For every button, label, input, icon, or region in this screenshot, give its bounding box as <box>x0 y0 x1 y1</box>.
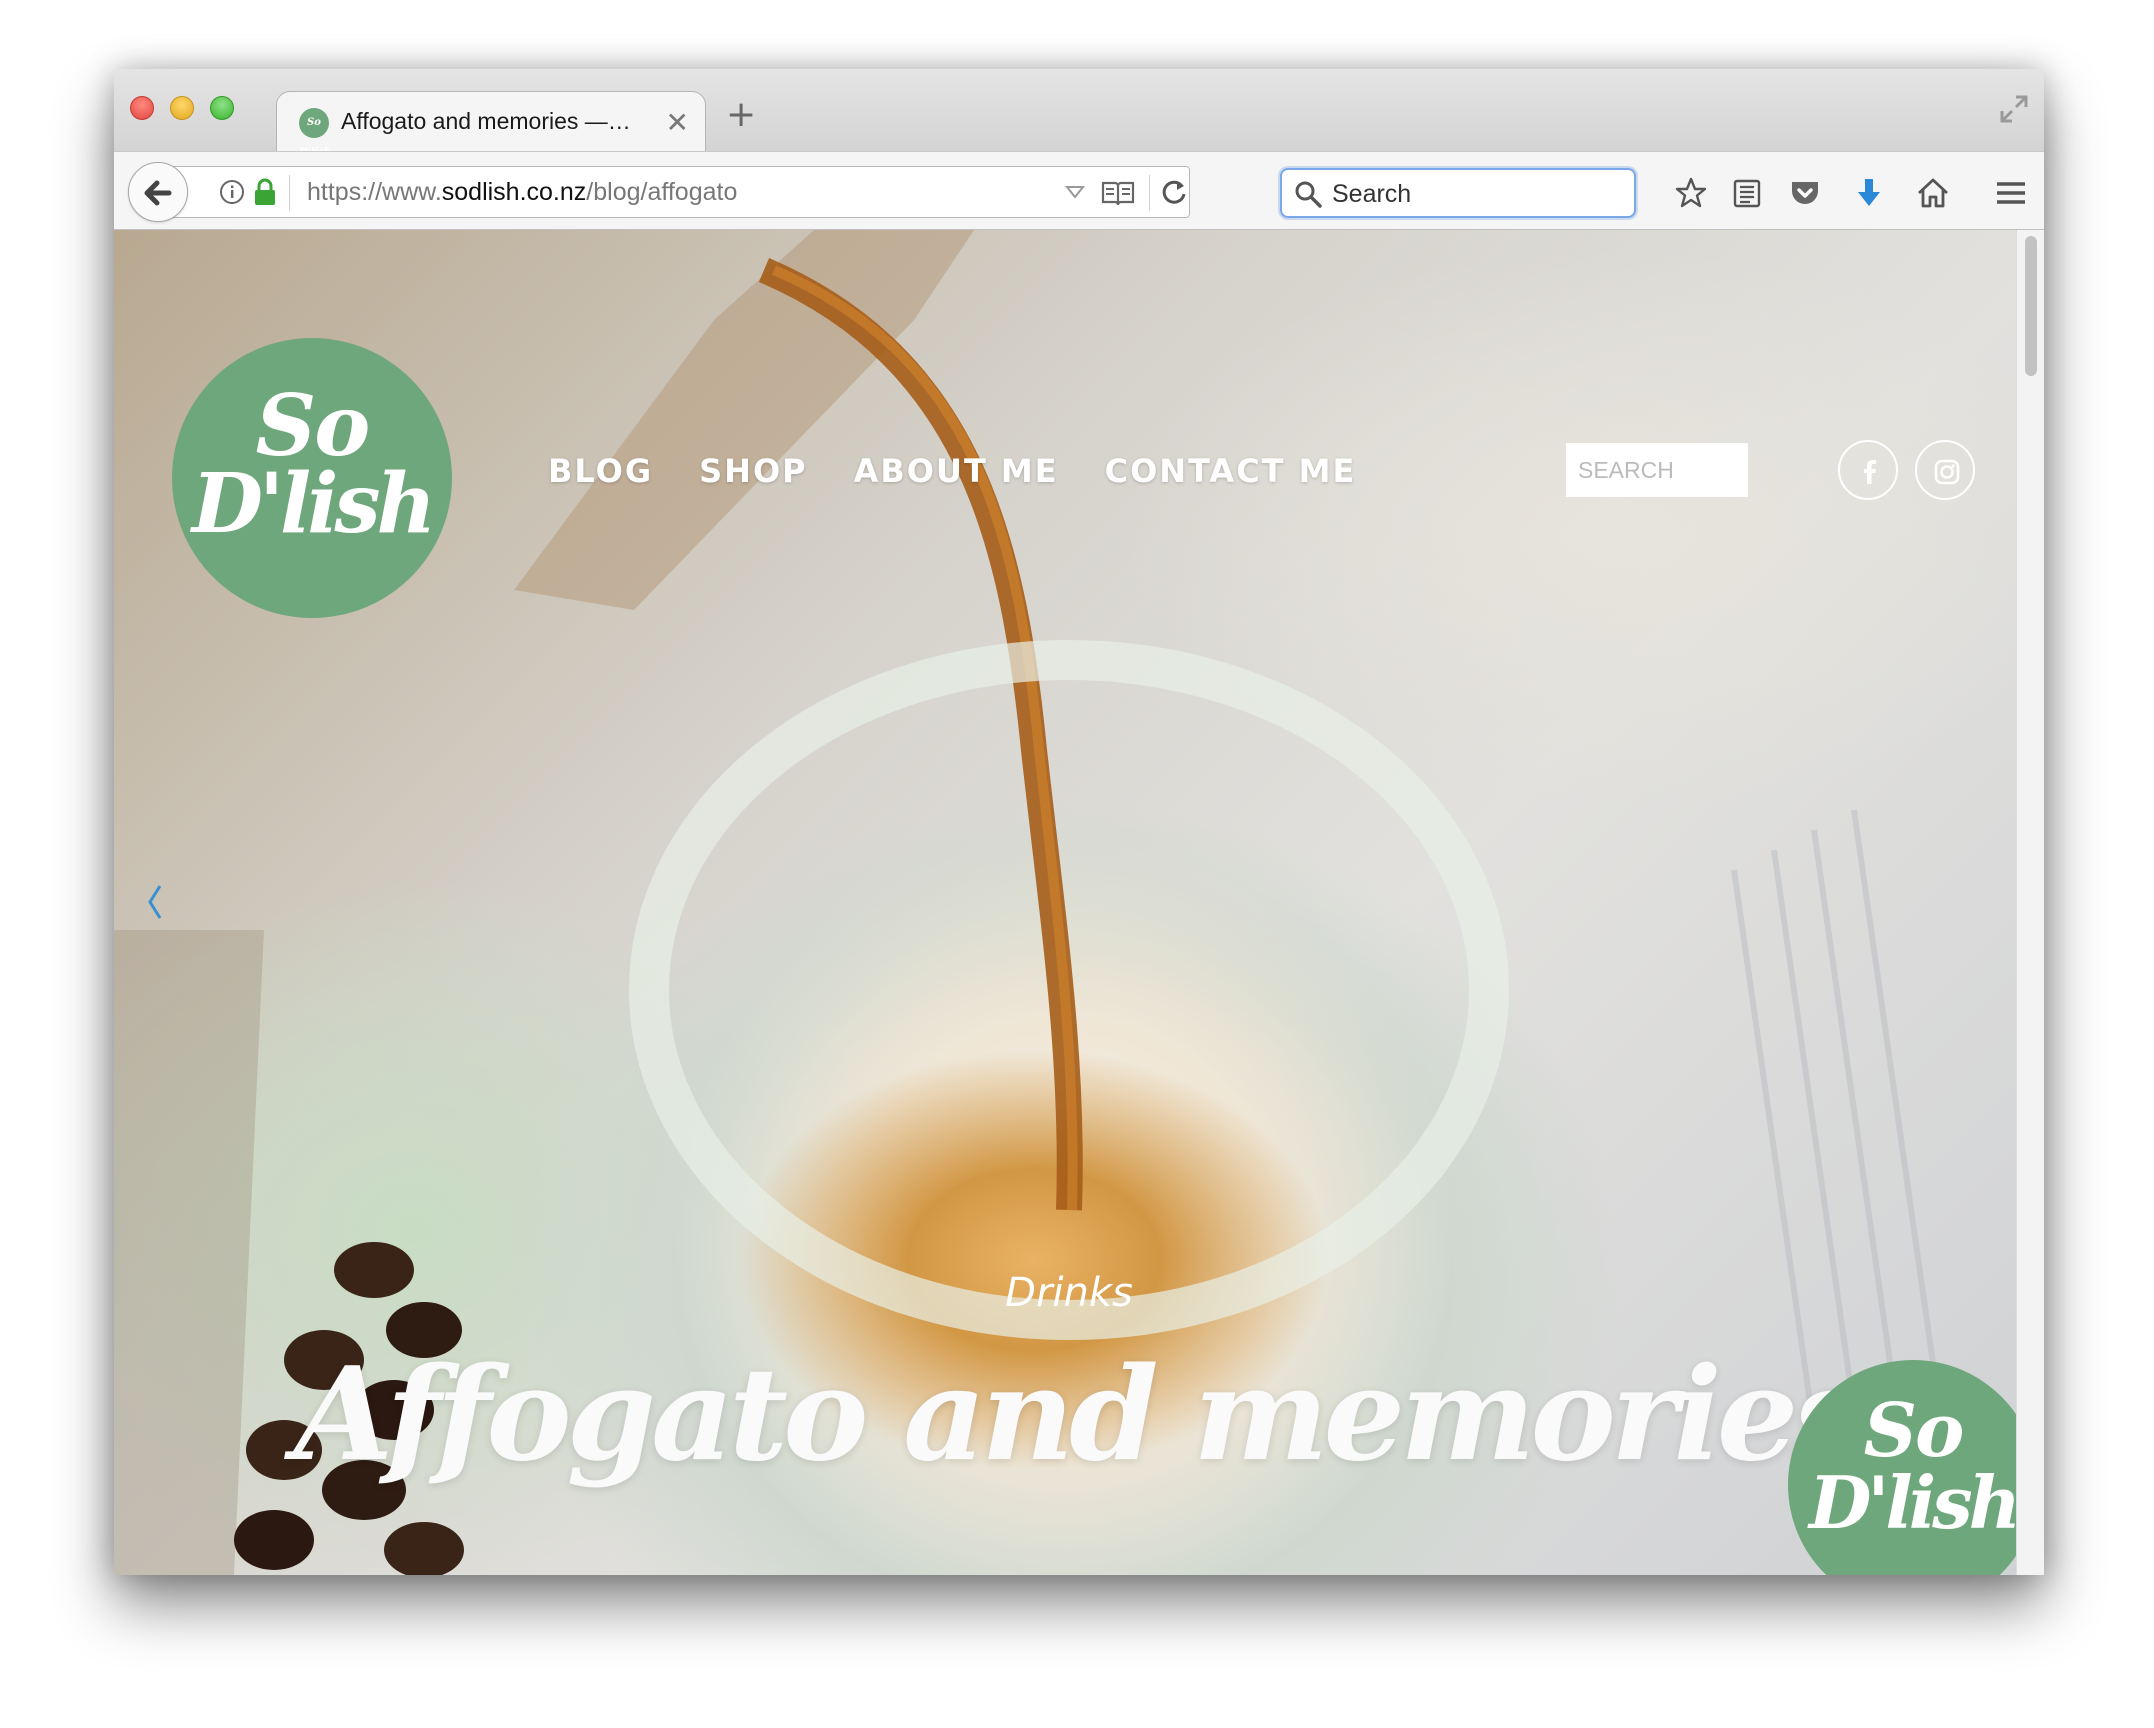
site-navigation: BLOG SHOP ABOUT ME CONTACT ME <box>548 452 1356 490</box>
new-tab-button[interactable]: + <box>726 97 756 133</box>
minimize-window-button[interactable] <box>170 96 194 120</box>
url-host: sodlish.co.nz <box>441 178 587 206</box>
browser-search-field[interactable]: Search <box>1280 168 1636 218</box>
badge-line-2: D'lish <box>1808 1460 2021 1545</box>
brand-badge[interactable]: So D'lish <box>1788 1360 2038 1575</box>
nav-about-me[interactable]: ABOUT ME <box>854 452 1059 490</box>
history-dropdown-icon[interactable] <box>1065 185 1085 199</box>
url-scheme: https://www. <box>307 178 442 206</box>
logo-line-2: D'lish <box>191 456 436 552</box>
url-separator <box>289 175 290 211</box>
vertical-scrollbar[interactable] <box>2016 230 2044 1575</box>
close-window-button[interactable] <box>130 96 154 120</box>
tab-close-icon[interactable]: ✕ <box>666 106 689 139</box>
search-placeholder: Search <box>1332 180 1412 208</box>
pocket-icon[interactable] <box>1788 176 1822 210</box>
facebook-icon <box>1864 460 1876 484</box>
nav-contact-me[interactable]: CONTACT ME <box>1105 452 1357 490</box>
facebook-button[interactable] <box>1838 440 1898 500</box>
fullscreen-icon[interactable] <box>1998 93 2030 125</box>
post-category[interactable]: Drinks <box>114 1270 2024 1316</box>
bookmarks-list-icon[interactable] <box>1730 176 1764 210</box>
tab-active[interactable]: So D'lish Affogato and memories —… ✕ <box>276 91 706 158</box>
favicon-icon: So D'lish <box>299 108 331 158</box>
nav-shop[interactable]: SHOP <box>699 452 807 490</box>
url-text[interactable]: https://www.sodlish.co.nz/blog/affogato <box>307 178 737 207</box>
url-path: /blog/affogato <box>586 178 738 206</box>
instagram-button[interactable] <box>1915 440 1975 500</box>
back-arrow-icon <box>144 180 172 206</box>
search-icon <box>1295 181 1322 208</box>
navigation-toolbar: https://www.sodlish.co.nz/blog/affogato <box>114 151 2044 230</box>
info-icon[interactable] <box>219 179 245 205</box>
scrollbar-thumb[interactable] <box>2025 236 2037 376</box>
home-icon[interactable] <box>1916 176 1950 210</box>
browser-window: So D'lish Affogato and memories —… ✕ + h… <box>114 69 2044 1575</box>
url-bar[interactable]: https://www.sodlish.co.nz/blog/affogato <box>166 166 1190 218</box>
tab-bar: So D'lish Affogato and memories —… ✕ + <box>114 69 2044 158</box>
downloads-icon[interactable] <box>1852 176 1886 210</box>
previous-slide-arrow-icon[interactable] <box>146 882 164 922</box>
site-search-input[interactable]: SEARCH <box>1566 443 1748 497</box>
zoom-window-button[interactable] <box>210 96 234 120</box>
site-logo[interactable]: So D'lish <box>172 338 452 618</box>
url-separator-2 <box>1149 175 1150 211</box>
lock-icon[interactable] <box>253 178 277 206</box>
nav-blog[interactable]: BLOG <box>548 452 653 490</box>
bookmark-star-icon[interactable] <box>1674 176 1708 210</box>
page-viewport: So D'lish BLOG SHOP ABOUT ME CONTACT ME … <box>114 230 2044 1575</box>
post-title: Affogato and memories <box>294 1340 1865 1490</box>
reader-view-icon[interactable] <box>1101 179 1135 207</box>
instagram-icon <box>1934 459 1960 485</box>
back-button[interactable] <box>128 162 188 222</box>
reload-icon[interactable] <box>1159 177 1189 207</box>
menu-icon[interactable] <box>1994 176 2028 210</box>
tab-title: Affogato and memories —… <box>341 108 631 134</box>
